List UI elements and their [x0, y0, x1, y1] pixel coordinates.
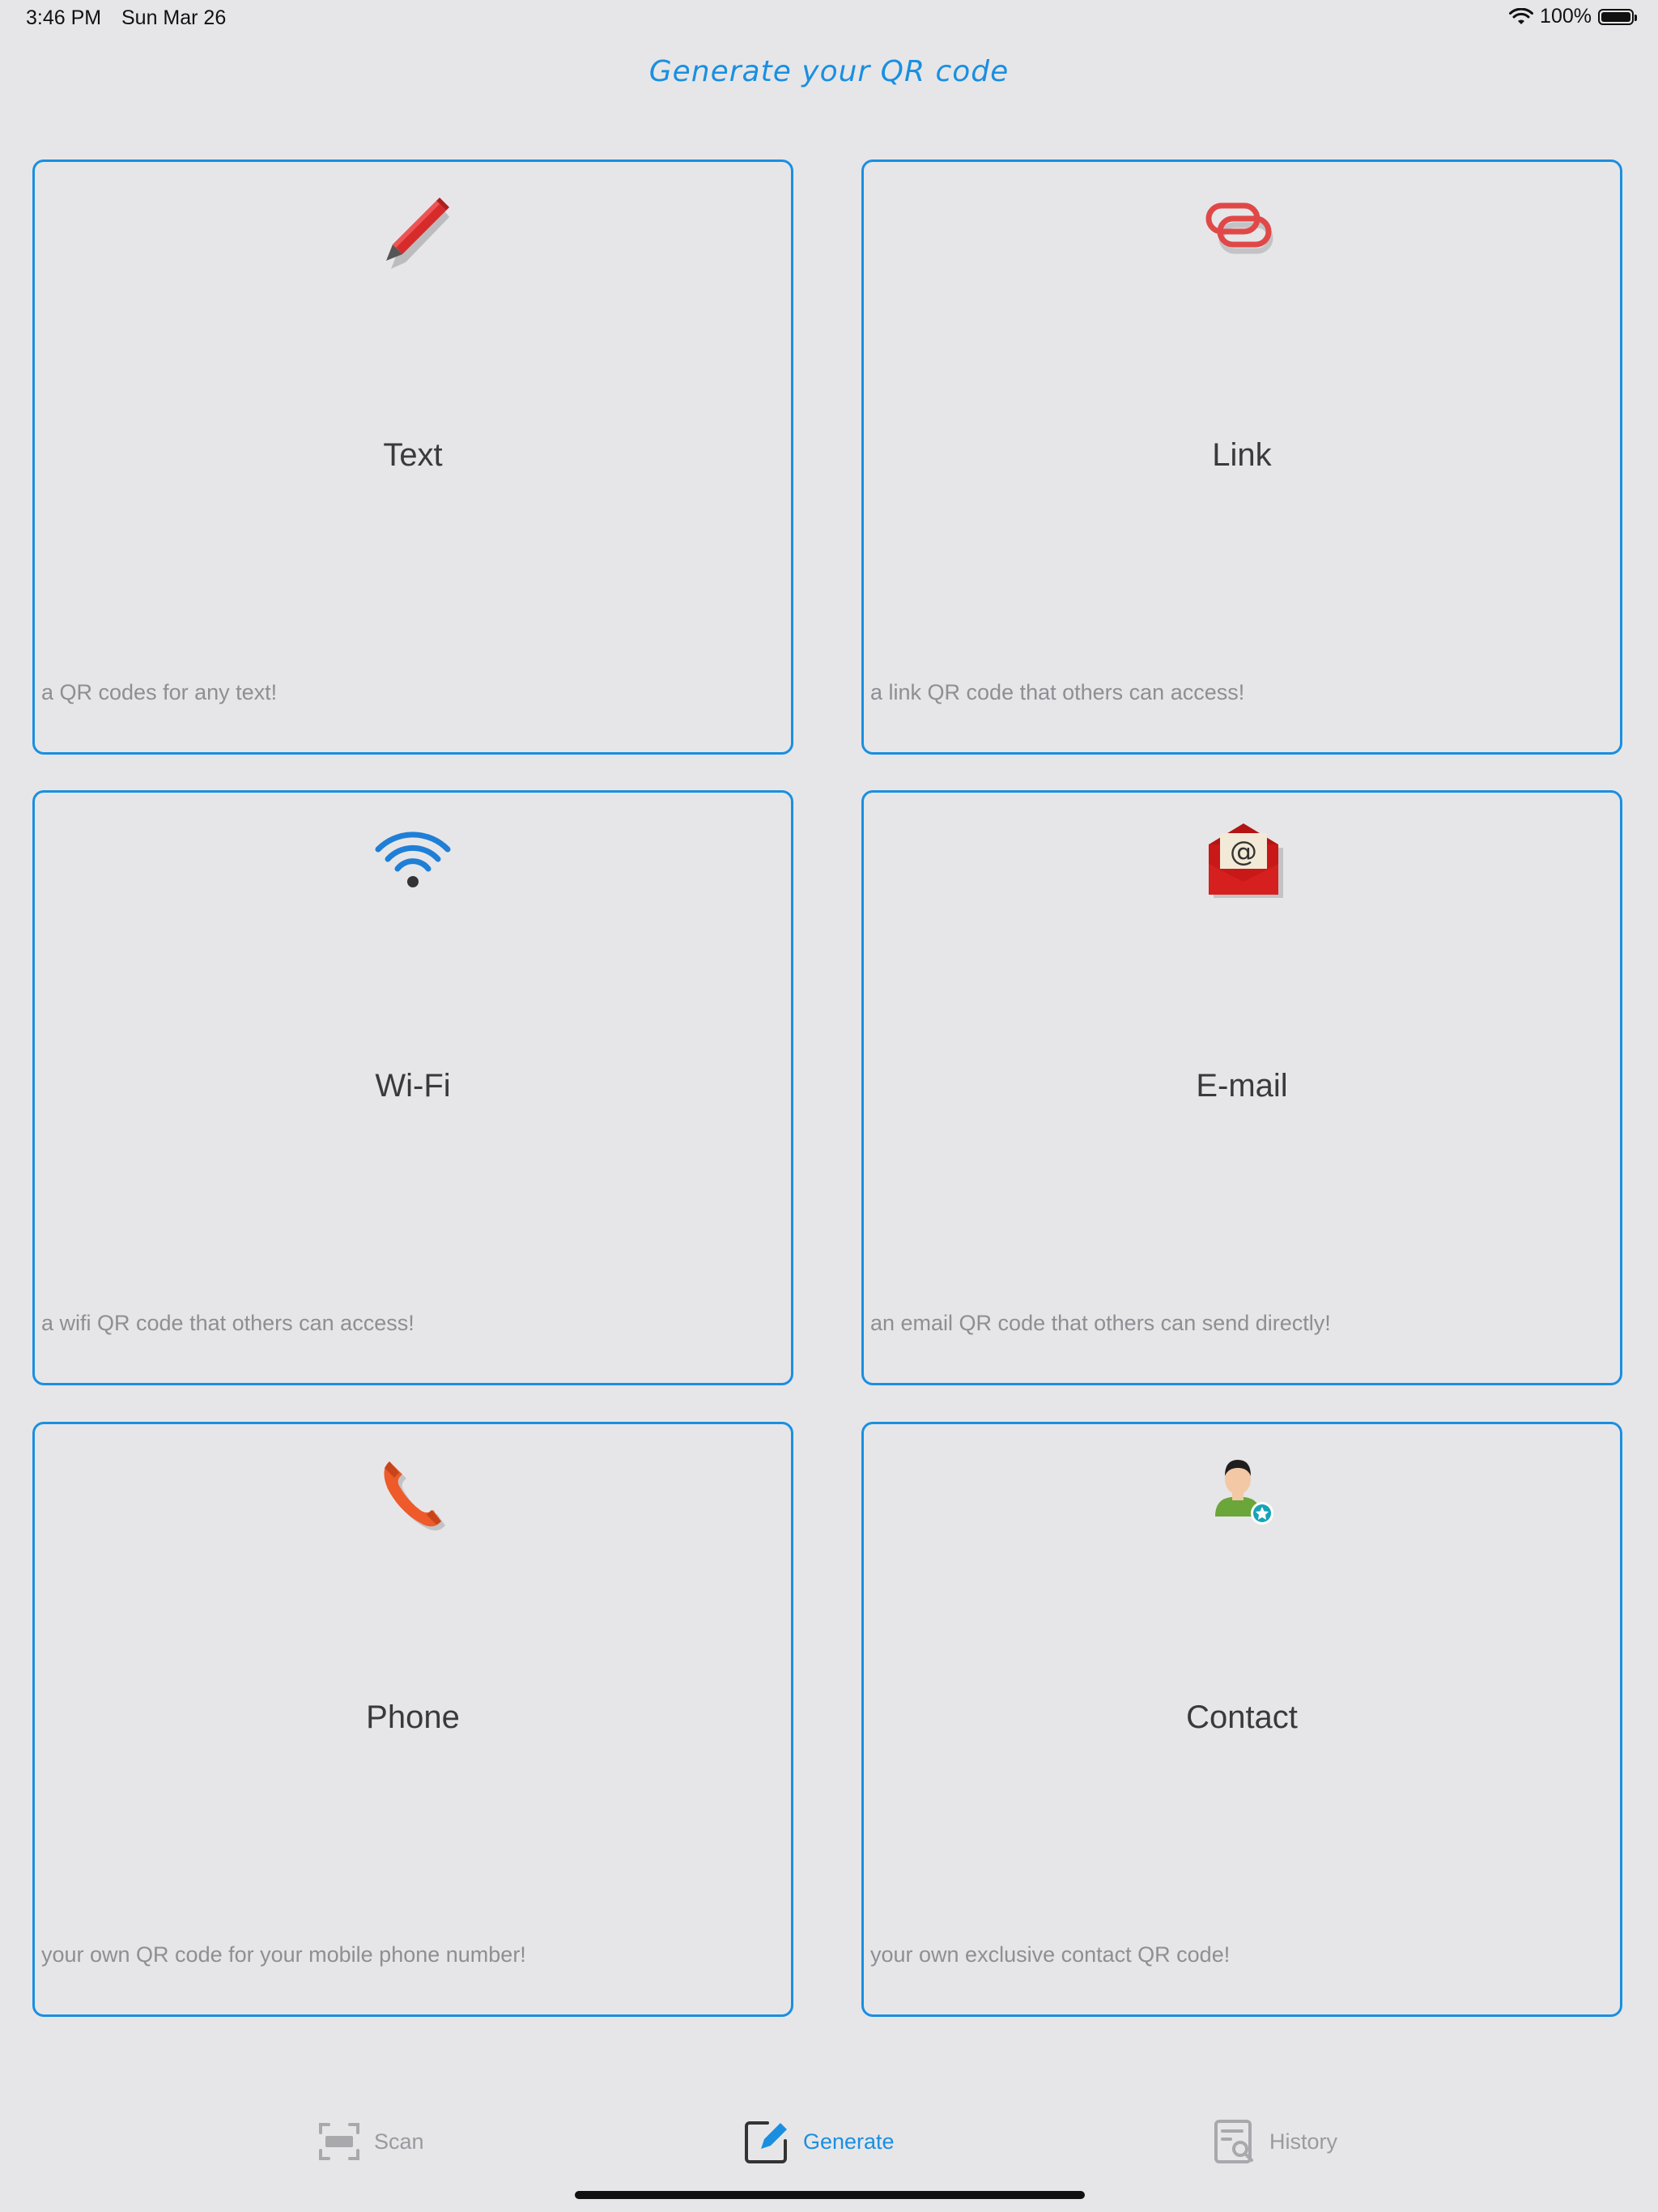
card-title: Contact [1186, 1699, 1298, 1735]
card-email[interactable]: @ E-mail an email QR code that others ca… [861, 790, 1622, 1385]
card-wifi[interactable]: Wi-Fi a wifi QR code that others can acc… [32, 790, 793, 1385]
card-phone[interactable]: Phone your own QR code for your mobile p… [32, 1422, 793, 2017]
tab-bar: Scan Generate History [0, 2113, 1658, 2186]
email-icon: @ [1209, 823, 1283, 898]
card-title: Text [383, 437, 443, 473]
svg-text:@: @ [1230, 836, 1257, 868]
card-title: E-mail [1196, 1068, 1288, 1104]
link-icon [1205, 202, 1273, 254]
card-title: Wi-Fi [375, 1068, 451, 1104]
card-contact[interactable]: Contact your own exclusive contact QR co… [861, 1422, 1622, 2017]
status-time: 3:46 PM [26, 6, 102, 29]
status-date: Sun Mar 26 [121, 6, 227, 29]
wifi-icon [375, 832, 451, 887]
pencil-icon [386, 198, 449, 269]
tab-label: Generate [803, 2129, 895, 2154]
tab-history[interactable]: History [1213, 2113, 1337, 2170]
card-title: Link [1212, 437, 1272, 473]
wifi-status-icon [1509, 7, 1534, 24]
tab-scan[interactable]: Scan [317, 2113, 424, 2170]
card-link[interactable]: Link a link QR code that others can acce… [861, 160, 1622, 755]
card-text[interactable]: Text a QR codes for any text! [32, 160, 793, 755]
battery-icon [1598, 8, 1637, 25]
card-description: a link QR code that others can access! [870, 680, 1245, 704]
card-title: Phone [366, 1699, 460, 1735]
battery-percent: 100% [1540, 5, 1592, 28]
generate-icon [745, 2121, 787, 2163]
status-bar: 3:46 PM Sun Mar 26 100% [0, 0, 1658, 39]
scan-icon [319, 2123, 359, 2160]
tab-label: History [1269, 2129, 1338, 2154]
card-description: your own exclusive contact QR code! [870, 1942, 1231, 1967]
status-right: 100% [1509, 5, 1637, 28]
page-title: Generate your QR code [648, 55, 1010, 88]
tab-generate[interactable]: Generate [743, 2113, 895, 2170]
contact-icon [1215, 1460, 1273, 1525]
phone-icon [384, 1461, 445, 1531]
card-description: an email QR code that others can send di… [870, 1311, 1331, 1335]
card-description: a wifi QR code that others can access! [41, 1311, 414, 1335]
history-icon [1214, 2120, 1253, 2163]
tab-label: Scan [374, 2129, 424, 2154]
card-description: a QR codes for any text! [41, 680, 278, 704]
card-description: your own QR code for your mobile phone n… [41, 1942, 526, 1967]
home-indicator [575, 2191, 1085, 2199]
